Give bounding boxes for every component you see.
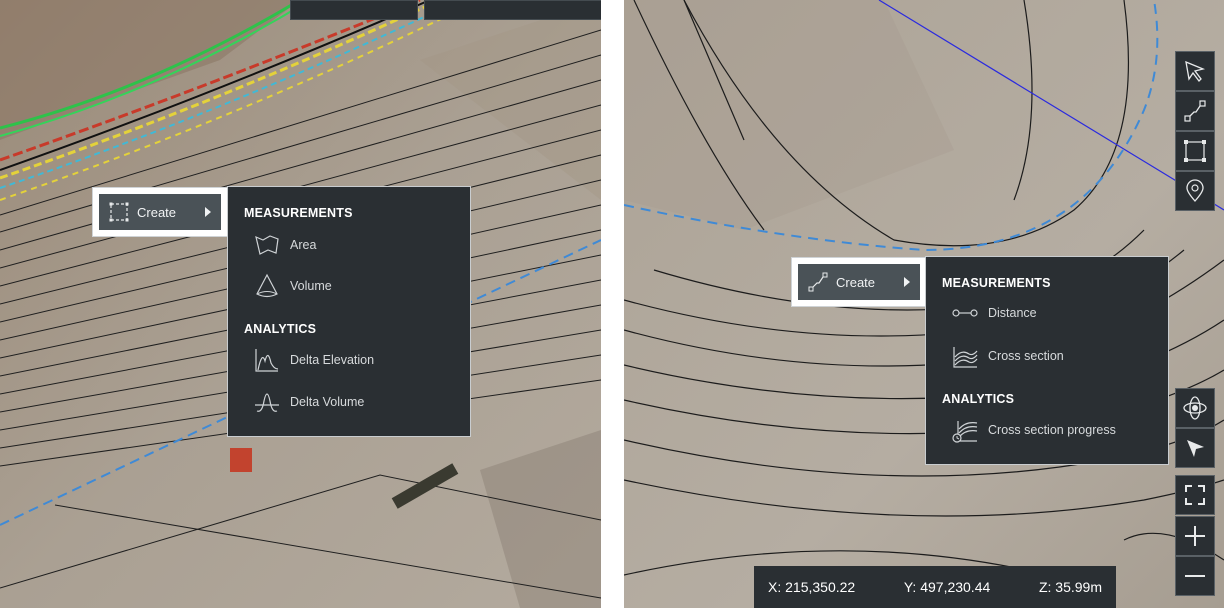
polyline-icon	[808, 272, 828, 292]
menu-item-label: Distance	[988, 306, 1037, 320]
delta-volume-icon	[255, 393, 279, 412]
menu-item-label: Cross section progress	[988, 423, 1116, 437]
rectangle-select-icon	[109, 202, 129, 222]
z-coordinate: Z: 35.99m	[1038, 579, 1102, 595]
orbit-button[interactable]	[1175, 388, 1215, 428]
coordinates-readout: X: 215,350.22 Y: 497,230.44 Z: 35.99m	[754, 566, 1116, 608]
zoom-in-button[interactable]	[1175, 516, 1215, 556]
menu-item-distance[interactable]: Distance	[952, 303, 1037, 323]
create-label: Create	[836, 274, 876, 290]
area-icon	[255, 235, 279, 255]
navigate-arrow-icon	[1187, 440, 1204, 457]
delta-elevation-icon	[255, 349, 279, 372]
measurements-header: MEASUREMENTS	[244, 206, 353, 220]
x-coordinate: X: 215,350.22	[768, 579, 856, 595]
y-coordinate: Y: 497,230.44	[903, 579, 991, 595]
create-menu: MEASUREMENTS Area Volume ANALYTICS Delta…	[227, 186, 471, 437]
menu-item-delta-volume[interactable]: Delta Volume	[254, 389, 364, 415]
create-button[interactable]: Create	[92, 187, 228, 237]
select-pointer-icon	[1185, 60, 1206, 82]
menu-item-area[interactable]: Area	[254, 233, 316, 257]
rectangle-tool-icon	[1184, 140, 1206, 162]
rectangle-tool-button[interactable]	[1175, 131, 1215, 171]
fullscreen-button[interactable]	[1175, 475, 1215, 515]
distance-icon	[952, 309, 978, 317]
left-map-view[interactable]: Create MEASUREMENTS Area Volume ANALYTIC…	[0, 0, 601, 608]
top-toolbar-button-1[interactable]	[290, 0, 418, 20]
create-button-body[interactable]: Create	[798, 264, 920, 300]
create-button[interactable]: Create	[791, 257, 927, 307]
analytics-header: ANALYTICS	[942, 392, 1015, 406]
cross-section-progress-icon	[952, 421, 978, 443]
polyline-tool-icon	[1184, 100, 1206, 122]
menu-item-label: Delta Elevation	[290, 353, 375, 367]
create-menu: MEASUREMENTS Distance Cross section ANAL…	[925, 256, 1169, 465]
zoom-in-icon	[1185, 526, 1205, 546]
measurements-header: MEASUREMENTS	[942, 276, 1051, 290]
fullscreen-icon	[1185, 485, 1205, 505]
volume-icon	[256, 273, 278, 298]
navigate-button[interactable]	[1175, 428, 1215, 468]
zoom-out-button[interactable]	[1175, 556, 1215, 596]
cross-section-icon	[953, 347, 978, 368]
polyline-tool-button[interactable]	[1175, 91, 1215, 131]
submenu-arrow-icon	[904, 277, 910, 287]
menu-item-label: Delta Volume	[290, 395, 365, 409]
menu-item-delta-elevation[interactable]: Delta Elevation	[254, 347, 374, 373]
create-label: Create	[137, 204, 177, 220]
orbit-icon	[1183, 396, 1207, 420]
zoom-out-icon	[1185, 575, 1205, 577]
menu-item-label: Volume	[290, 279, 332, 293]
menu-item-cross-section-progress[interactable]: Cross section progress	[952, 417, 1116, 443]
submenu-arrow-icon	[205, 207, 211, 217]
right-map-view[interactable]: Create MEASUREMENTS Distance Cross secti…	[624, 0, 1224, 608]
menu-item-label: Cross section	[988, 349, 1064, 363]
create-button-body[interactable]: Create	[99, 194, 221, 230]
select-tool-button[interactable]	[1175, 51, 1215, 91]
menu-item-label: Area	[290, 238, 317, 252]
location-pin-button[interactable]	[1175, 171, 1215, 211]
menu-item-cross-section[interactable]: Cross section	[952, 343, 1064, 369]
menu-item-volume[interactable]: Volume	[254, 273, 332, 299]
top-toolbar-button-2[interactable]	[424, 0, 601, 20]
analytics-header: ANALYTICS	[244, 322, 317, 336]
location-pin-icon	[1186, 179, 1204, 202]
